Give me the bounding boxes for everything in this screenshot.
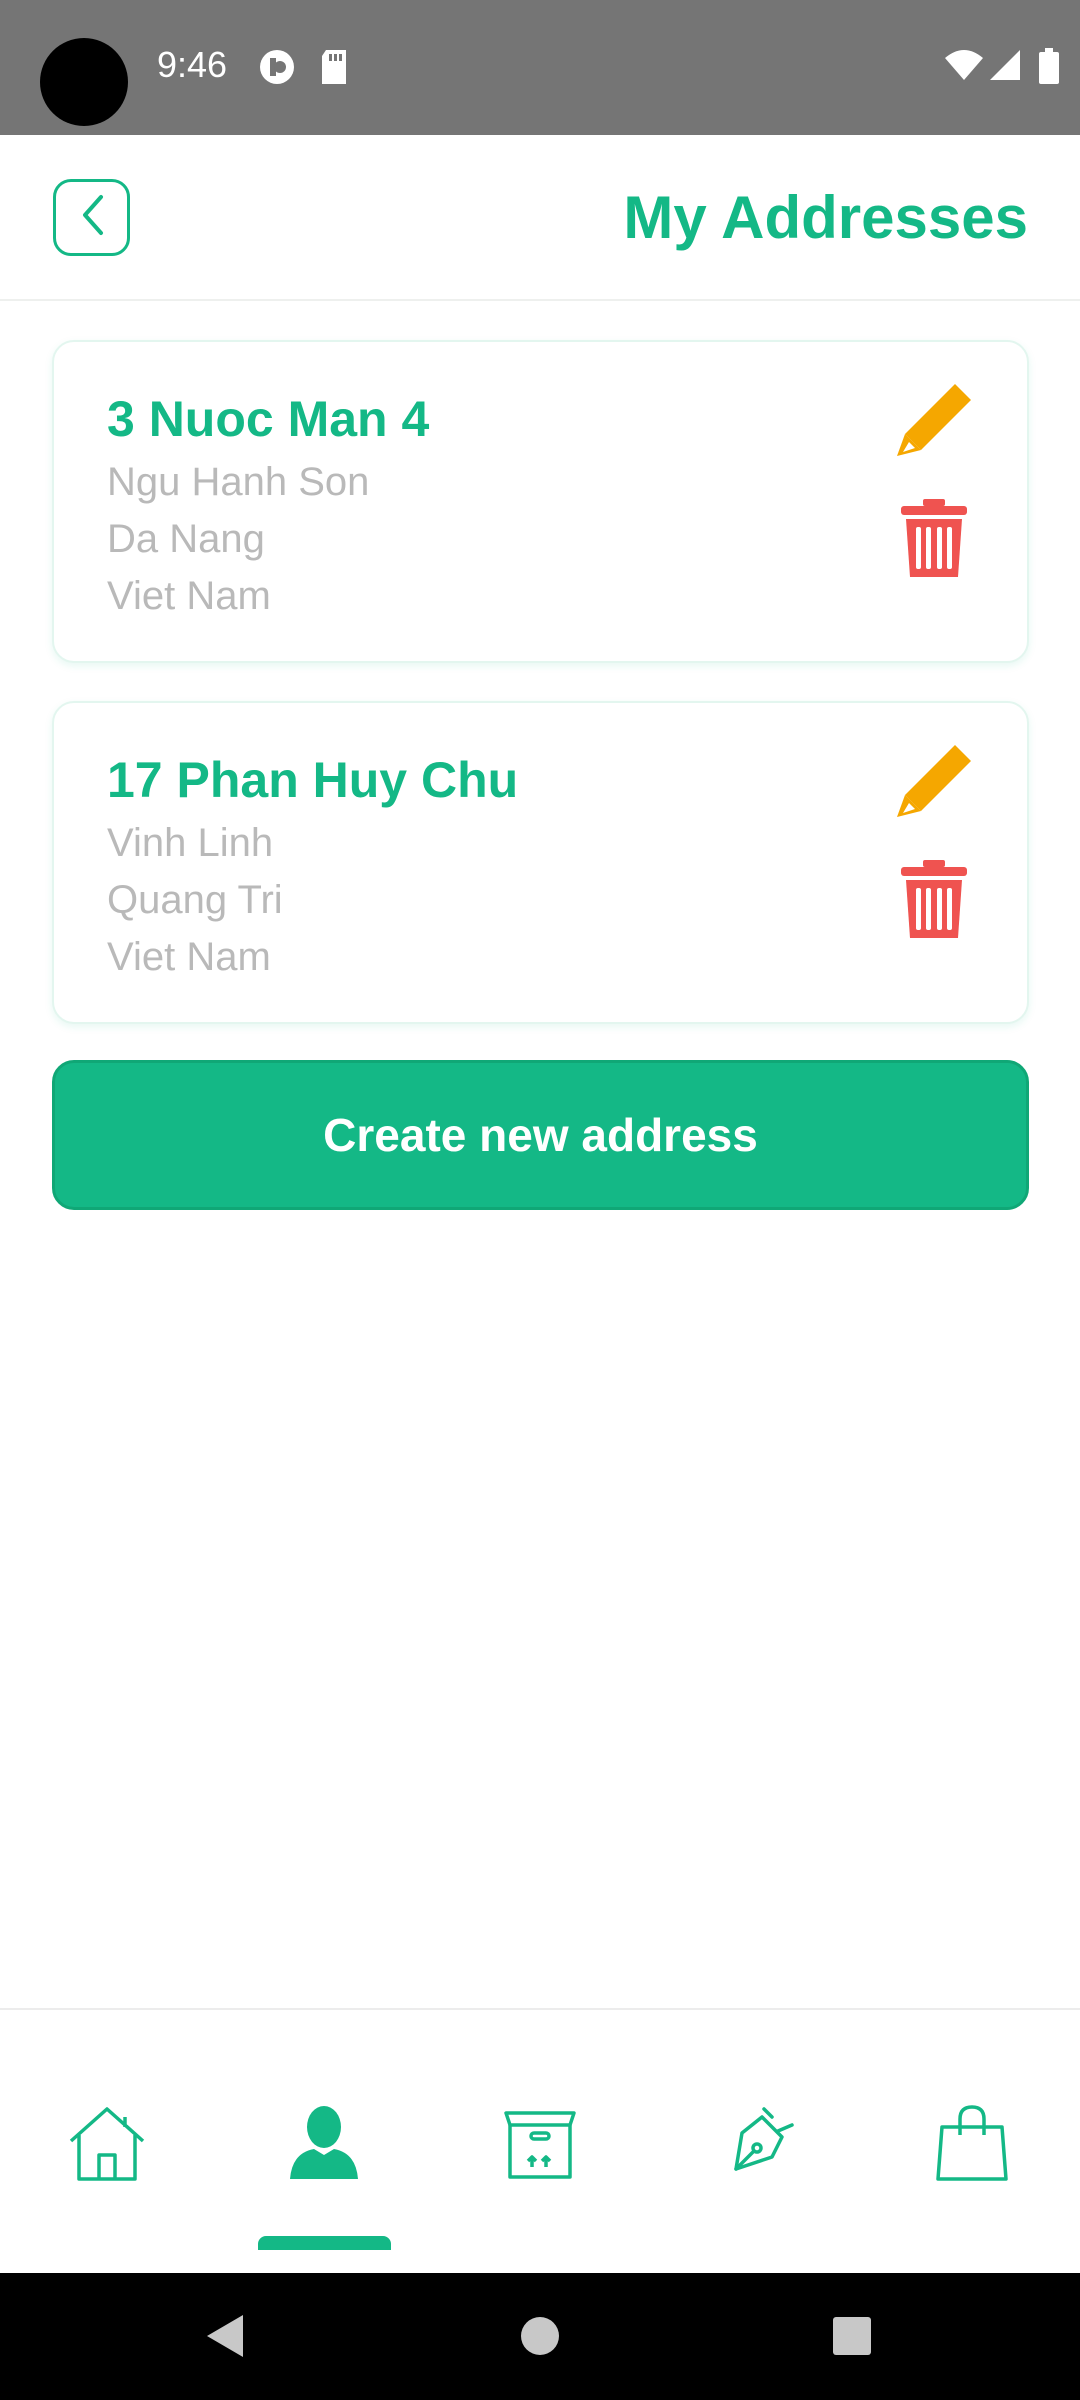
system-recents-icon[interactable] xyxy=(831,2313,873,2364)
header: My Addresses xyxy=(0,135,1080,301)
sd-card-icon xyxy=(318,48,350,91)
camera-cutout xyxy=(40,38,128,126)
bottom-nav xyxy=(0,2010,1080,2273)
status-bar: 9:46 xyxy=(0,0,1080,135)
profile-icon xyxy=(284,2103,364,2188)
address-country: Viet Nam xyxy=(107,935,271,979)
home-icon xyxy=(67,2103,147,2188)
wifi-icon xyxy=(943,48,985,87)
create-address-label: Create new address xyxy=(323,1109,758,1161)
address-street: 3 Nuoc Man 4 xyxy=(107,391,430,447)
pencil-icon xyxy=(895,745,975,825)
nav-home[interactable] xyxy=(67,2105,147,2185)
edit-address-button[interactable] xyxy=(895,741,975,821)
pencil-icon xyxy=(895,384,975,464)
battery-icon xyxy=(1038,48,1060,89)
address-district: Vinh Linh xyxy=(107,821,274,865)
address-card[interactable]: 17 Phan Huy Chu Vinh Linh Quang Tri Viet… xyxy=(52,701,1029,1024)
address-city: Quang Tri xyxy=(107,878,283,922)
trash-icon xyxy=(899,860,969,944)
system-home-icon[interactable] xyxy=(520,2313,560,2364)
vpn-key-icon xyxy=(258,48,296,91)
nav-active-indicator xyxy=(258,2236,391,2250)
edit-address-button[interactable] xyxy=(895,380,975,460)
address-city: Da Nang xyxy=(107,517,265,561)
address-district: Ngu Hanh Son xyxy=(107,460,370,504)
chevron-left-icon xyxy=(77,193,107,242)
nav-orders[interactable] xyxy=(500,2105,580,2185)
signal-icon xyxy=(986,48,1022,87)
pen-icon xyxy=(716,2103,796,2188)
back-button[interactable] xyxy=(53,179,130,256)
system-nav-bar xyxy=(0,2273,1080,2400)
nav-profile[interactable] xyxy=(284,2105,364,2185)
address-card[interactable]: 3 Nuoc Man 4 Ngu Hanh Son Da Nang Viet N… xyxy=(52,340,1029,663)
system-back-icon[interactable] xyxy=(205,2313,247,2364)
page-title: My Addresses xyxy=(623,184,1028,251)
package-icon xyxy=(500,2103,580,2188)
shopping-bag-icon xyxy=(932,2103,1012,2188)
nav-design[interactable] xyxy=(716,2105,796,2185)
delete-address-button[interactable] xyxy=(899,497,969,579)
trash-icon xyxy=(899,499,969,583)
create-address-button[interactable]: Create new address xyxy=(52,1060,1029,1210)
address-country: Viet Nam xyxy=(107,574,271,618)
nav-cart[interactable] xyxy=(932,2103,1012,2188)
delete-address-button[interactable] xyxy=(899,858,969,940)
address-street: 17 Phan Huy Chu xyxy=(107,752,519,808)
status-time: 9:46 xyxy=(157,44,228,85)
